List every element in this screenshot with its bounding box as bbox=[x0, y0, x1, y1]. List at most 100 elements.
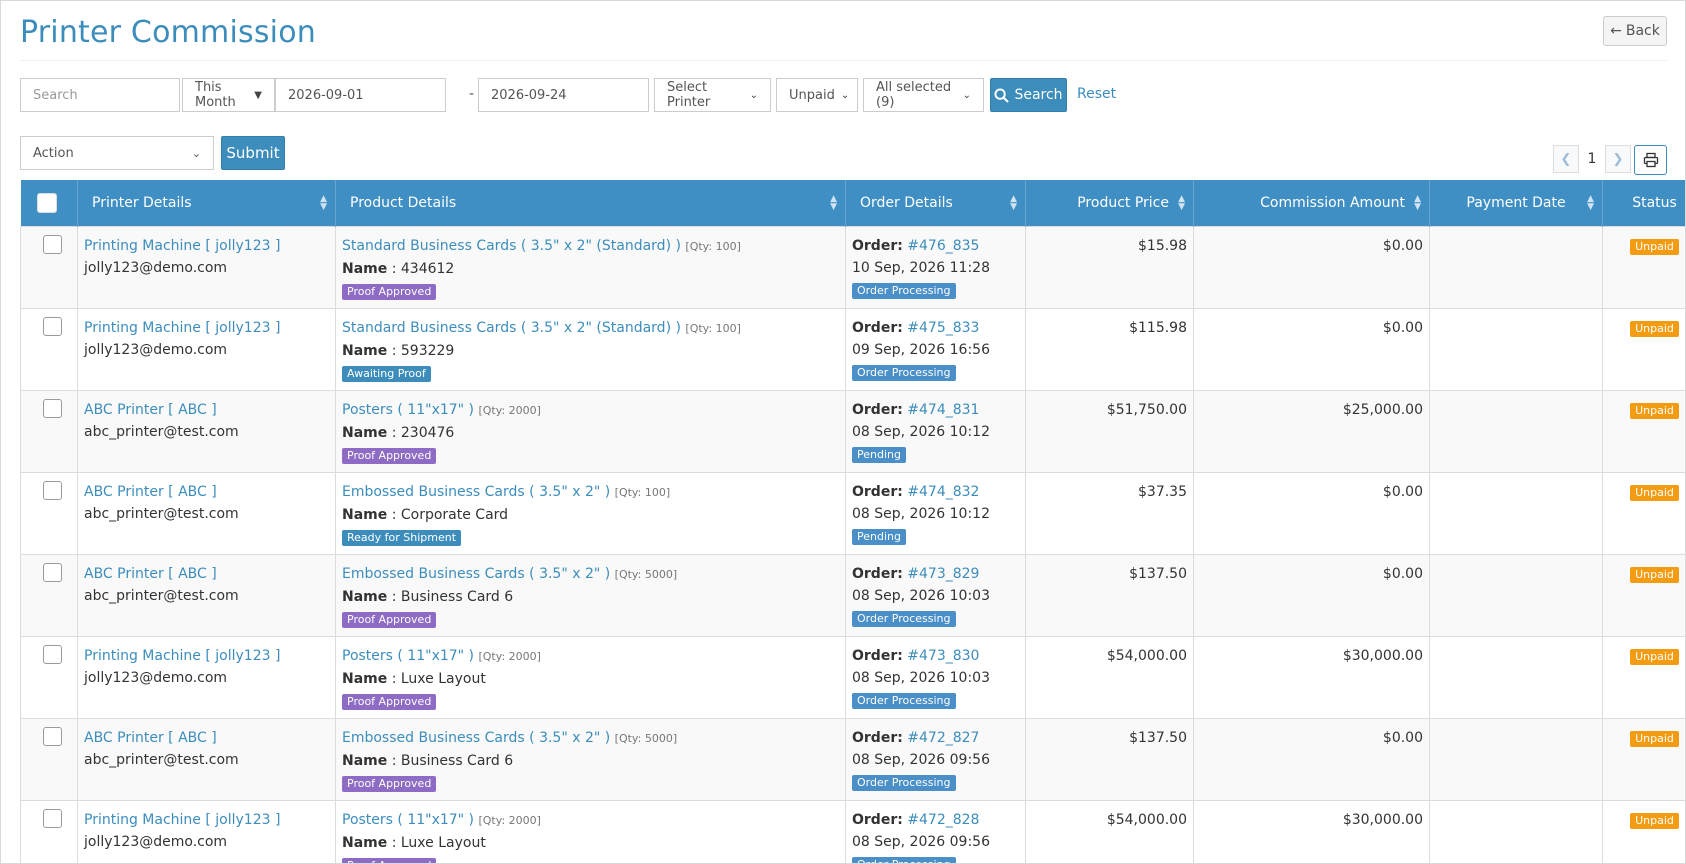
status-badge: Unpaid bbox=[1630, 484, 1679, 501]
product-price: $54,000.00 bbox=[1025, 635, 1194, 719]
product-name: Business Card 6 bbox=[400, 588, 514, 605]
order-label: Order: bbox=[852, 565, 903, 582]
order-label: Order: bbox=[852, 401, 903, 418]
product-price: $54,000.00 bbox=[1025, 799, 1194, 863]
reset-link[interactable]: Reset bbox=[1077, 86, 1116, 102]
row-checkbox[interactable] bbox=[43, 726, 62, 746]
row-checkbox[interactable] bbox=[43, 234, 62, 254]
printer-link[interactable]: Printing Machine [ jolly123 ] bbox=[84, 812, 280, 828]
order-link[interactable]: #472_828 bbox=[907, 812, 979, 828]
product-price: $137.50 bbox=[1025, 717, 1194, 801]
printer-dropdown-label: Select Printer bbox=[667, 80, 711, 110]
payment-status-dropdown[interactable]: Unpaid ⌄ bbox=[776, 78, 858, 112]
payment-date bbox=[1429, 225, 1603, 309]
product-link[interactable]: Posters ( 11"x17" ) bbox=[342, 402, 474, 418]
back-button[interactable]: ← Back bbox=[1603, 16, 1667, 46]
row-checkbox[interactable] bbox=[43, 398, 62, 418]
row-select-cell bbox=[20, 307, 78, 391]
order-link[interactable]: #473_829 bbox=[907, 566, 979, 582]
payment-date bbox=[1429, 635, 1603, 719]
sort-icon: ▲ ▼ bbox=[1178, 194, 1185, 212]
printer-link[interactable]: ABC Printer [ ABC ] bbox=[84, 566, 217, 582]
chevron-down-icon: ⌄ bbox=[840, 89, 850, 101]
row-checkbox[interactable] bbox=[43, 808, 62, 828]
row-select-cell bbox=[20, 553, 78, 637]
printer-link[interactable]: Printing Machine [ jolly123 ] bbox=[84, 320, 280, 336]
order-link[interactable]: #473_830 bbox=[907, 648, 979, 664]
product-link[interactable]: Standard Business Cards ( 3.5" x 2" (Sta… bbox=[342, 238, 681, 254]
order-label: Order: bbox=[852, 483, 903, 500]
printer-dropdown[interactable]: Select Printer ⌄ bbox=[654, 78, 771, 112]
printer-link[interactable]: ABC Printer [ ABC ] bbox=[84, 484, 217, 500]
col-product-details[interactable]: Product Details ▲ ▼ bbox=[335, 180, 846, 226]
row-checkbox[interactable] bbox=[43, 562, 62, 582]
row-select-cell bbox=[20, 799, 78, 863]
col-status-label: Status bbox=[1632, 194, 1677, 211]
col-order-details[interactable]: Order Details ▲ ▼ bbox=[845, 180, 1026, 226]
col-product-price[interactable]: Product Price ▲ ▼ bbox=[1025, 180, 1194, 226]
product-qty: [Qty: 5000] bbox=[614, 567, 678, 581]
product-link[interactable]: Embossed Business Cards ( 3.5" x 2" ) bbox=[342, 730, 610, 746]
printer-details-cell: Printing Machine [ jolly123 ] jolly123@d… bbox=[77, 307, 336, 391]
order-status-badge: Order Processing bbox=[852, 364, 956, 381]
product-link[interactable]: Embossed Business Cards ( 3.5" x 2" ) bbox=[342, 484, 610, 500]
period-dropdown[interactable]: This Month ▼ bbox=[182, 78, 275, 112]
order-link[interactable]: #474_831 bbox=[907, 402, 979, 418]
date-to-input[interactable]: 2026-09-24 bbox=[478, 78, 649, 112]
order-link[interactable]: #472_827 bbox=[907, 730, 979, 746]
print-button[interactable] bbox=[1634, 145, 1667, 175]
row-checkbox[interactable] bbox=[43, 316, 62, 336]
table-row: ABC Printer [ ABC ] abc_printer@test.com… bbox=[20, 717, 1685, 801]
commission-table: Printer Details ▲ ▼ Product Details ▲ ▼ Orde… bbox=[20, 180, 1685, 863]
printer-link[interactable]: ABC Printer [ ABC ] bbox=[84, 402, 217, 418]
product-link[interactable]: Standard Business Cards ( 3.5" x 2" (Sta… bbox=[342, 320, 681, 336]
order-link[interactable]: #474_832 bbox=[907, 484, 979, 500]
date-from-input[interactable]: 2026-09-01 bbox=[275, 78, 446, 112]
bulk-action-select[interactable]: Action ⌄ bbox=[20, 136, 214, 170]
order-date: 08 Sep, 2026 09:56 bbox=[852, 751, 990, 768]
product-link[interactable]: Embossed Business Cards ( 3.5" x 2" ) bbox=[342, 566, 610, 582]
search-button[interactable]: Search bbox=[990, 78, 1067, 112]
next-page-button[interactable]: ❯ bbox=[1605, 145, 1631, 173]
product-link[interactable]: Posters ( 11"x17" ) bbox=[342, 648, 474, 664]
prev-page-button[interactable]: ❮ bbox=[1553, 145, 1579, 173]
printer-details-cell: Printing Machine [ jolly123 ] jolly123@d… bbox=[77, 635, 336, 719]
printer-email: abc_printer@test.com bbox=[84, 751, 239, 768]
current-page: 1 bbox=[1587, 151, 1597, 167]
printer-email: abc_printer@test.com bbox=[84, 587, 239, 604]
order-details-cell: Order: #472_827 08 Sep, 2026 09:56 Order… bbox=[845, 717, 1026, 801]
name-label: Name bbox=[342, 752, 388, 769]
search-input[interactable]: Search bbox=[20, 78, 180, 112]
row-select-cell bbox=[20, 225, 78, 309]
status-cell: Unpaid bbox=[1602, 553, 1685, 637]
order-status-badge: Order Processing bbox=[852, 282, 956, 299]
order-link[interactable]: #475_833 bbox=[907, 320, 979, 336]
col-payment-date[interactable]: Payment Date ▲ ▼ bbox=[1429, 180, 1603, 226]
order-link[interactable]: #476_835 bbox=[907, 238, 979, 254]
proof-status-badge: Ready for Shipment bbox=[342, 529, 462, 546]
sort-icon: ▲ ▼ bbox=[1414, 194, 1421, 212]
printer-details-cell: Printing Machine [ jolly123 ] jolly123@d… bbox=[77, 799, 336, 863]
proof-status-badge: Awaiting Proof bbox=[342, 365, 431, 382]
app-frame: Printer Commission ← Back Search This Mo… bbox=[0, 0, 1686, 864]
col-commission-amount[interactable]: Commission Amount ▲ ▼ bbox=[1193, 180, 1430, 226]
product-price: $137.50 bbox=[1025, 553, 1194, 637]
product-link[interactable]: Posters ( 11"x17" ) bbox=[342, 812, 474, 828]
col-status[interactable]: Status▲▼ bbox=[1602, 180, 1685, 226]
col-printer-details[interactable]: Printer Details ▲ ▼ bbox=[77, 180, 336, 226]
printer-link[interactable]: ABC Printer [ ABC ] bbox=[84, 730, 217, 746]
product-qty: [Qty: 2000] bbox=[478, 813, 541, 827]
col-payment-date-label: Payment Date bbox=[1466, 194, 1566, 211]
row-checkbox[interactable] bbox=[43, 644, 62, 664]
row-checkbox[interactable] bbox=[43, 480, 62, 500]
printer-link[interactable]: Printing Machine [ jolly123 ] bbox=[84, 648, 280, 664]
submit-button[interactable]: Submit bbox=[221, 136, 285, 170]
status-cell: Unpaid bbox=[1602, 471, 1685, 555]
printer-link[interactable]: Printing Machine [ jolly123 ] bbox=[84, 238, 280, 254]
order-status-multiselect[interactable]: All selected (9) ⌄ bbox=[863, 78, 984, 112]
select-all-checkbox[interactable] bbox=[36, 192, 57, 213]
proof-status-badge: Proof Approved bbox=[342, 857, 437, 863]
product-name: 593229 bbox=[400, 342, 455, 359]
status-badge: Unpaid bbox=[1630, 402, 1679, 419]
chevron-down-icon: ⌄ bbox=[962, 89, 971, 101]
